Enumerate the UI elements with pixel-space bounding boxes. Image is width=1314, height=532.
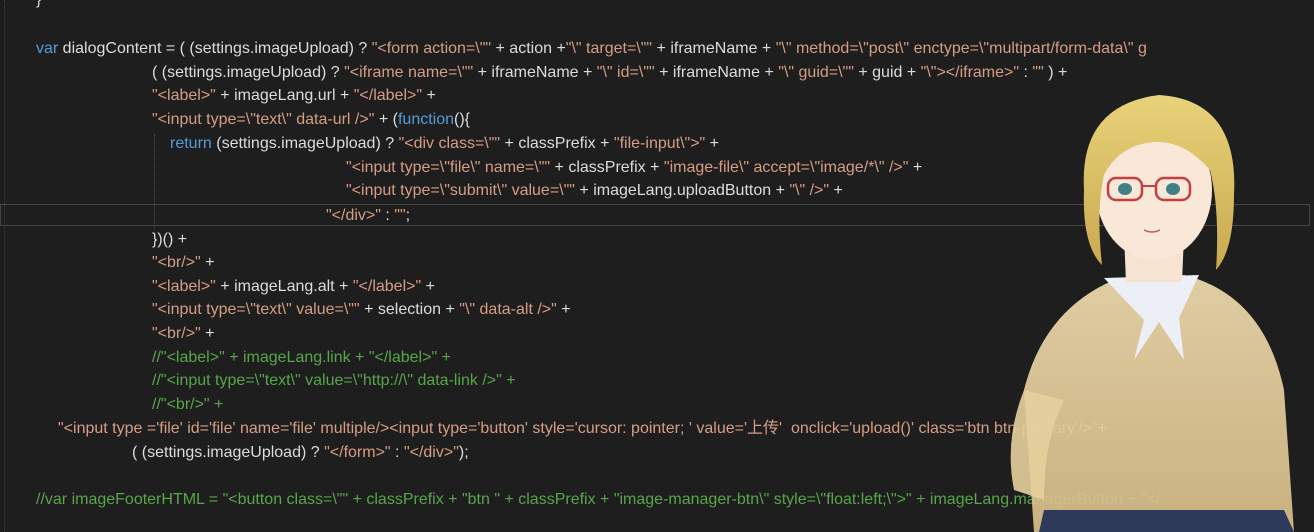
code-token: + — [1097, 420, 1107, 437]
code-token: "\" />" — [789, 182, 830, 199]
code-line[interactable]: "<label>" + imageLang.url + "</label>" + — [0, 84, 1314, 108]
code-token: + classPrefix + — [500, 135, 614, 152]
code-token: "image-file\" accept=\"image/*\" />" — [663, 159, 909, 176]
code-token: //"<label>" + imageLang.link + "</label>… — [152, 349, 451, 366]
code-token: + iframeName + — [652, 40, 776, 57]
code-token: + — [200, 325, 215, 342]
code-token: "</div>" — [403, 444, 459, 461]
code-line[interactable]: })() + — [0, 228, 1314, 252]
code-token: + imageLang.alt + — [215, 278, 353, 295]
code-token: + iframeName + — [473, 64, 597, 81]
code-line[interactable]: "<label>" + imageLang.alt + "</label>" + — [0, 275, 1314, 299]
code-token: ); — [458, 444, 469, 461]
code-token: //var imageFooterHTML = "<button class=\… — [36, 491, 1161, 508]
code-token: + imageLang.uploadButton + — [574, 182, 790, 199]
code-token: "<label>" — [152, 87, 216, 104]
code-token: + — [421, 278, 435, 295]
code-line[interactable]: } — [0, 0, 1314, 12]
code-line[interactable] — [0, 464, 1314, 488]
code-token: "<input type=\"submit\" value=\"" — [346, 182, 575, 199]
code-line[interactable]: "<br/>" + — [0, 322, 1314, 346]
code-token: //"<input type=\"text\" value=\"http://\… — [152, 372, 516, 389]
code-line[interactable]: ( (settings.imageUpload) ? "<iframe name… — [0, 61, 1314, 85]
code-token: : — [390, 444, 404, 461]
code-token: "file-input\">" — [613, 135, 706, 152]
code-line[interactable]: "<input type=\"text\" data-url />" + (fu… — [0, 108, 1314, 132]
code-token: "<input type ='file' id='file' name='fil… — [58, 420, 1098, 437]
code-line[interactable]: //"<label>" + imageLang.link + "</label>… — [0, 346, 1314, 370]
code-line[interactable]: "<input type=\"submit\" value=\"" + imag… — [0, 179, 1314, 203]
code-token: + — [200, 254, 215, 271]
code-token: (settings.imageUpload) ? — [211, 135, 399, 152]
code-token: //"<br/>" + — [152, 396, 224, 413]
code-token: "<input type=\"file\" name=\"" — [346, 159, 551, 176]
code-line[interactable]: var dialogContent = ( (settings.imageUpl… — [0, 37, 1314, 61]
code-token: : — [380, 207, 395, 224]
code-token: "<div class=\"" — [398, 135, 501, 152]
code-line[interactable]: return (settings.imageUpload) ? "<div cl… — [0, 132, 1314, 156]
code-token: + — [422, 87, 436, 104]
code-line[interactable]: //"<input type=\"text\" value=\"http://\… — [0, 369, 1314, 393]
code-token: + — [829, 182, 843, 199]
code-line[interactable]: "<input type=\"file\" name=\"" + classPr… — [0, 156, 1314, 180]
code-token: "\" id=\"" — [596, 64, 655, 81]
code-token: "</div>" — [326, 207, 381, 224]
code-token: + — [556, 301, 571, 318]
code-line[interactable]: "</div>" : ""; — [0, 204, 1314, 228]
code-token: "</form>" — [324, 444, 391, 461]
code-line[interactable]: //"<br/>" + — [0, 393, 1314, 417]
code-token: "\"></iframe>" — [920, 64, 1020, 81]
code-token: })() + — [152, 231, 188, 248]
code-token: + classPrefix + — [550, 159, 664, 176]
code-line[interactable]: ( (settings.imageUpload) ? "</form>" : "… — [0, 441, 1314, 465]
code-token: "\" data-alt />" — [459, 301, 557, 318]
code-token: + selection + — [359, 301, 460, 318]
code-token: ; — [405, 207, 411, 224]
code-token: } — [36, 0, 41, 8]
code-line[interactable] — [0, 12, 1314, 36]
code-token: "<form action=\"" — [371, 40, 492, 57]
code-token: "\" method=\"post\" enctype=\"multipart/… — [775, 40, 1147, 57]
code-token: "\" target=\"" — [565, 40, 653, 57]
code-token: ) + — [1043, 64, 1068, 81]
code-token: + — [705, 135, 720, 152]
code-editor[interactable]: } var dialogContent = ( (settings.imageUp… — [0, 0, 1314, 532]
code-token: dialogContent = ( (settings.imageUpload)… — [58, 40, 372, 57]
code-line[interactable]: "<input type ='file' id='file' name='fil… — [0, 417, 1314, 441]
code-token: "<label>" — [152, 278, 216, 295]
code-token: "\" guid=\"" — [778, 64, 854, 81]
code-token: "<iframe name=\"" — [344, 64, 474, 81]
code-token: + — [908, 159, 923, 176]
code-token: "" — [1032, 64, 1044, 81]
code-token: "" — [394, 207, 406, 224]
code-line[interactable]: "<br/>" + — [0, 251, 1314, 275]
code-token: "</label>" — [352, 278, 422, 295]
code-line[interactable]: //var imageFooterHTML = "<button class=\… — [0, 488, 1314, 512]
code-token: "<br/>" — [152, 254, 201, 271]
code-token: : — [1019, 64, 1033, 81]
code-token: return — [170, 135, 212, 152]
code-token: ( (settings.imageUpload) ? — [152, 64, 345, 81]
code-line[interactable]: "<input type=\"text\" value=\"" + select… — [0, 298, 1314, 322]
code-token: ( (settings.imageUpload) ? — [132, 444, 325, 461]
code-token: + action + — [491, 40, 566, 57]
code-token: + guid + — [853, 64, 921, 81]
code-token: "<input type=\"text\" data-url />" — [152, 111, 375, 128]
code-token: "<br/>" — [152, 325, 201, 342]
code-token: function — [397, 111, 455, 128]
code-token: + imageLang.url + — [215, 87, 354, 104]
code-token: var — [36, 40, 59, 57]
code-token: "<input type=\"text\" value=\"" — [152, 301, 360, 318]
code-token: "</label>" — [353, 87, 423, 104]
code-token: + iframeName + — [654, 64, 779, 81]
code-token: (){ — [454, 111, 471, 128]
code-token: + ( — [374, 111, 398, 128]
